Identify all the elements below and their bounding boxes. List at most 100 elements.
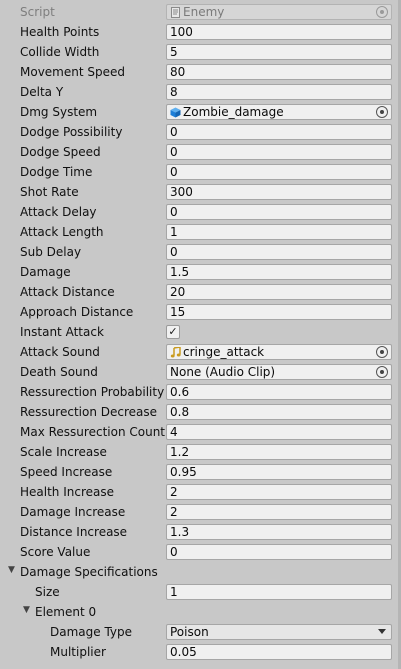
- attack-sound-label: Attack Sound: [20, 345, 100, 359]
- speed-increase-label: Speed Increase: [20, 465, 113, 479]
- damage-increase-label: Damage Increase: [20, 505, 126, 519]
- object-picker-icon[interactable]: [376, 106, 388, 118]
- element-0-foldout[interactable]: ▼ Element 0: [0, 602, 398, 622]
- ressurection-decrease-input[interactable]: 0.8: [166, 404, 392, 420]
- shot-rate-label: Shot Rate: [20, 185, 79, 199]
- checkmark-icon: ✓: [168, 325, 178, 338]
- multiplier-label: Multiplier: [50, 645, 106, 659]
- dmg-system-row: Dmg System Zombie_damage: [0, 102, 398, 122]
- scale-increase-row: Scale Increase 1.2: [0, 442, 398, 462]
- dodge-speed-input[interactable]: 0: [166, 144, 392, 160]
- health-increase-row: Health Increase 2: [0, 482, 398, 502]
- dodge-speed-label: Dodge Speed: [20, 145, 101, 159]
- sub-delay-label: Sub Delay: [20, 245, 82, 259]
- death-sound-label: Death Sound: [20, 365, 98, 379]
- instant-attack-checkbox[interactable]: ✓: [166, 325, 180, 339]
- audio-note-icon: [170, 347, 181, 358]
- object-picker-icon[interactable]: [376, 366, 388, 378]
- dmg-system-label: Dmg System: [20, 105, 98, 119]
- distance-increase-label: Distance Increase: [20, 525, 128, 539]
- delta-y-input[interactable]: 8: [166, 84, 392, 100]
- attack-delay-row: Attack Delay 0: [0, 202, 398, 222]
- damage-specifications-foldout[interactable]: ▼ Damage Specifications: [0, 562, 398, 582]
- dodge-possibility-input[interactable]: 0: [166, 124, 392, 140]
- distance-increase-row: Distance Increase 1.3: [0, 522, 398, 542]
- score-value-input[interactable]: 0: [166, 544, 392, 560]
- dmg-system-object-field[interactable]: Zombie_damage: [166, 104, 392, 120]
- attack-delay-input[interactable]: 0: [166, 204, 392, 220]
- attack-delay-label: Attack Delay: [20, 205, 97, 219]
- attack-length-input[interactable]: 1: [166, 224, 392, 240]
- dmg-system-value: Zombie_damage: [183, 105, 284, 119]
- collide-width-label: Collide Width: [20, 45, 100, 59]
- damage-label: Damage: [20, 265, 71, 279]
- cube-icon: [170, 107, 181, 118]
- damage-input[interactable]: 1.5: [166, 264, 392, 280]
- health-points-row: Health Points 100: [0, 22, 398, 42]
- death-sound-object-field[interactable]: None (Audio Clip): [166, 364, 392, 380]
- attack-sound-object-field[interactable]: cringe_attack: [166, 344, 392, 360]
- sub-delay-row: Sub Delay 0: [0, 242, 398, 262]
- damage-specifications-label: Damage Specifications: [20, 565, 158, 579]
- attack-sound-row: Attack Sound cringe_attack: [0, 342, 398, 362]
- movement-speed-label: Movement Speed: [20, 65, 125, 79]
- attack-distance-row: Attack Distance 20: [0, 282, 398, 302]
- approach-distance-label: Approach Distance: [20, 305, 134, 319]
- collide-width-input[interactable]: 5: [166, 44, 392, 60]
- movement-speed-row: Movement Speed 80: [0, 62, 398, 82]
- shot-rate-row: Shot Rate 300: [0, 182, 398, 202]
- damage-type-label: Damage Type: [50, 625, 133, 639]
- ressurection-decrease-label: Ressurection Decrease: [20, 405, 158, 419]
- collide-width-row: Collide Width 5: [0, 42, 398, 62]
- damage-type-value: Poison: [170, 625, 209, 639]
- health-points-label: Health Points: [20, 25, 100, 39]
- attack-distance-input[interactable]: 20: [166, 284, 392, 300]
- movement-speed-input[interactable]: 80: [166, 64, 392, 80]
- ressurection-probability-row: Ressurection Probability 0.6: [0, 382, 398, 402]
- damage-type-dropdown[interactable]: Poison: [166, 624, 392, 640]
- ressurection-decrease-row: Ressurection Decrease 0.8: [0, 402, 398, 422]
- damage-row: Damage 1.5: [0, 262, 398, 282]
- damage-increase-row: Damage Increase 2: [0, 502, 398, 522]
- object-picker-icon[interactable]: [376, 346, 388, 358]
- script-file-icon: [171, 7, 180, 18]
- max-ressurection-count-input[interactable]: 4: [166, 424, 392, 440]
- distance-increase-input[interactable]: 1.3: [166, 524, 392, 540]
- ressurection-probability-input[interactable]: 0.6: [166, 384, 392, 400]
- script-row: Script Enemy: [0, 2, 398, 22]
- health-increase-input[interactable]: 2: [166, 484, 392, 500]
- script-label: Script: [20, 5, 55, 19]
- approach-distance-input[interactable]: 15: [166, 304, 392, 320]
- dodge-time-input[interactable]: 0: [166, 164, 392, 180]
- foldout-expanded-icon[interactable]: ▼: [8, 565, 15, 575]
- dodge-time-label: Dodge Time: [20, 165, 93, 179]
- attack-sound-value: cringe_attack: [183, 345, 265, 359]
- inspector-panel: Script Enemy Health Points 100 Collide W…: [0, 0, 398, 669]
- delta-y-row: Delta Y 8: [0, 82, 398, 102]
- element-0-label: Element 0: [35, 605, 97, 619]
- multiplier-input[interactable]: 0.05: [166, 644, 392, 660]
- speed-increase-input[interactable]: 0.95: [166, 464, 392, 480]
- death-sound-row: Death Sound None (Audio Clip): [0, 362, 398, 382]
- foldout-expanded-icon[interactable]: ▼: [23, 605, 30, 615]
- instant-attack-row: Instant Attack ✓: [0, 322, 398, 342]
- scale-increase-input[interactable]: 1.2: [166, 444, 392, 460]
- attack-length-row: Attack Length 1: [0, 222, 398, 242]
- dodge-time-row: Dodge Time 0: [0, 162, 398, 182]
- sub-delay-input[interactable]: 0: [166, 244, 392, 260]
- object-picker-icon: [376, 6, 388, 18]
- speed-increase-row: Speed Increase 0.95: [0, 462, 398, 482]
- score-value-label: Score Value: [20, 545, 91, 559]
- instant-attack-label: Instant Attack: [20, 325, 104, 339]
- attack-distance-label: Attack Distance: [20, 285, 115, 299]
- death-sound-value: None (Audio Clip): [170, 365, 276, 379]
- approach-distance-row: Approach Distance 15: [0, 302, 398, 322]
- dodge-speed-row: Dodge Speed 0: [0, 142, 398, 162]
- dodge-possibility-row: Dodge Possibility 0: [0, 122, 398, 142]
- array-size-input[interactable]: 1: [166, 584, 392, 600]
- health-points-input[interactable]: 100: [166, 24, 392, 40]
- shot-rate-input[interactable]: 300: [166, 184, 392, 200]
- dropdown-arrow-icon: [378, 629, 386, 634]
- max-ressurection-count-label: Max Ressurection Count: [20, 425, 166, 439]
- damage-increase-input[interactable]: 2: [166, 504, 392, 520]
